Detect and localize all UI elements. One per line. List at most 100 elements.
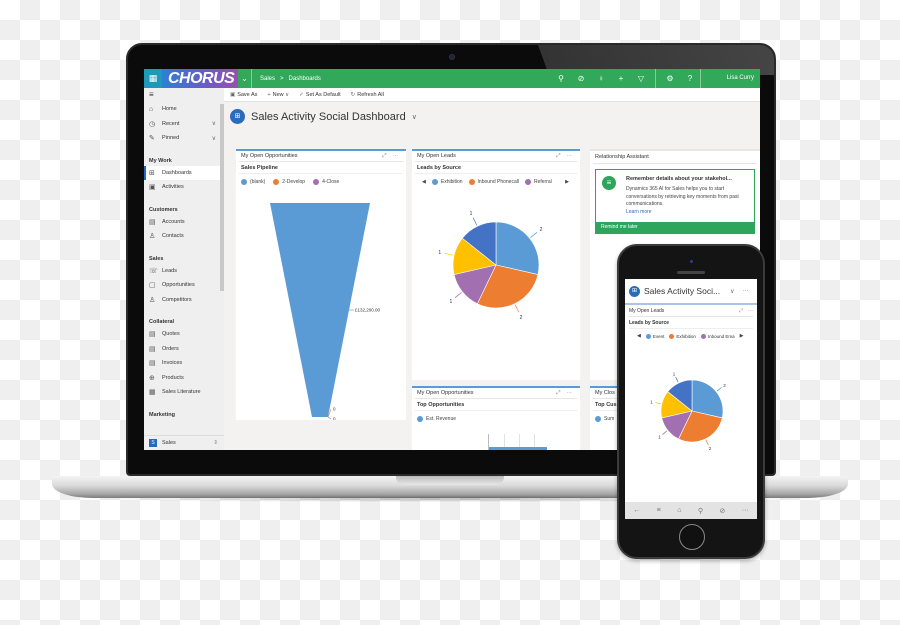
breadcrumb-dashboards[interactable]: Dashboards xyxy=(289,76,321,82)
legend-item[interactable]: Sum xyxy=(595,416,614,422)
bar-est-revenue[interactable] xyxy=(489,447,547,450)
accounts-icon: ▤ xyxy=(149,218,156,226)
phone-home-button[interactable] xyxy=(679,524,705,550)
sidebar-item-label: Home xyxy=(162,106,177,113)
legend-item[interactable]: 2-Develop xyxy=(273,179,305,185)
save-as-button[interactable]: ▣ Save As xyxy=(230,92,257,98)
nav-group-customers: Customers xyxy=(149,206,178,213)
sidebar-item-activities[interactable]: ▣ Activities xyxy=(144,180,224,195)
menu-icon[interactable]: ≡ xyxy=(657,507,661,514)
quotes-icon: ▤ xyxy=(149,331,156,339)
gear-icon[interactable]: ⚙ xyxy=(660,74,680,83)
area-badge: S xyxy=(149,439,157,447)
expand-icon[interactable]: ⤢ xyxy=(556,390,560,397)
sidebar-item-competitors[interactable]: ♙ Competitors xyxy=(144,293,224,308)
new-label: New xyxy=(272,91,284,98)
sidebar-item-contacts[interactable]: ♙ Contacts xyxy=(144,229,224,244)
sidebar: ≡ ⌂ Home ◷ Recent ∨ ✎ Pinned ∨ My Work ⊞ Dashb… xyxy=(144,88,224,450)
legend-item[interactable]: 4-Close xyxy=(313,179,339,185)
webcam xyxy=(449,54,455,60)
filter-icon[interactable]: ▽ xyxy=(631,74,651,83)
sidebar-item-pinned[interactable]: ✎ Pinned ∨ xyxy=(144,131,224,146)
page-title: Sales Activity Social Dashboard xyxy=(251,110,406,123)
funnel-label-develop: 0 xyxy=(333,407,336,412)
invoices-icon: ▤ xyxy=(149,360,156,368)
legend-label: (blank) xyxy=(250,179,266,185)
hamburger-icon[interactable]: ≡ xyxy=(144,88,224,102)
breadcrumb-sales[interactable]: Sales xyxy=(260,76,275,82)
learn-more-link[interactable]: Learn more xyxy=(626,209,652,215)
sidebar-item-products[interactable]: ⊕ Products xyxy=(144,371,224,386)
chevron-down-icon[interactable]: ∨ xyxy=(212,120,216,127)
more-icon[interactable]: ··· xyxy=(393,153,399,160)
legend-swatch xyxy=(241,179,247,185)
plus-icon[interactable]: + xyxy=(611,74,631,83)
home-icon: ⌂ xyxy=(149,105,154,113)
app-launcher-button[interactable]: ▦ xyxy=(144,69,162,88)
user-name[interactable]: Lisa Curry xyxy=(700,69,760,88)
new-button[interactable]: + New ∨ xyxy=(267,92,289,98)
lightbulb-icon[interactable]: ♀ xyxy=(591,74,611,83)
chevron-down-icon[interactable]: ∨ xyxy=(285,92,289,98)
card-open-opportunities: My Open Opportunities ⤢ ··· Sales Pipeline… xyxy=(236,149,406,420)
sidebar-item-opportunities[interactable]: ▢ Opportunities xyxy=(144,278,224,293)
refresh-icon: ↻ xyxy=(350,91,356,98)
chart-legend: Est. Revenue xyxy=(412,411,580,427)
card-title: My Open Opportunities xyxy=(417,390,474,396)
sidebar-item-quotes[interactable]: ▤ Quotes xyxy=(144,327,224,342)
card-open-leads: My Open Leads ⤢ ··· Leads by Source ◀ Exhi… xyxy=(412,149,580,380)
sidebar-item-home[interactable]: ⌂ Home xyxy=(144,102,224,117)
sidebar-item-accounts[interactable]: ▤ Accounts xyxy=(144,215,224,230)
sidebar-item-label: Quotes xyxy=(162,331,180,338)
set-default-button[interactable]: ✓ Set As Default xyxy=(299,92,340,98)
search-icon[interactable]: ⚲ xyxy=(551,74,571,83)
phone-nav-bar: ← ≡ ⌂ ⚲ ⊘ ··· xyxy=(625,502,757,519)
area-switcher[interactable]: S Sales ⇕ xyxy=(144,435,224,450)
legend-label: 2-Develop xyxy=(282,179,306,185)
expand-icon[interactable]: ⤢ xyxy=(382,153,386,160)
dashboard-icon: ⊞ xyxy=(230,109,245,124)
chevron-down-icon[interactable]: ∨ xyxy=(412,113,417,121)
sidebar-item-label: Dashboards xyxy=(162,169,192,176)
command-bar: ▣ Save As + New ∨ ✓ Set As Default ↻ Refresh… xyxy=(224,88,760,102)
sidebar-item-leads[interactable]: ☏ Leads xyxy=(144,264,224,279)
home-icon[interactable]: ⌂ xyxy=(677,507,681,514)
search-icon[interactable]: ⚲ xyxy=(698,507,703,515)
products-icon: ⊕ xyxy=(149,374,155,382)
funnel-leader-line xyxy=(327,416,332,420)
legend-swatch xyxy=(313,179,320,185)
target-icon[interactable]: ⊘ xyxy=(719,507,725,515)
app-switcher-chevron-icon[interactable]: ⌄ xyxy=(238,69,252,88)
chevron-down-icon[interactable]: ∨ xyxy=(212,135,216,142)
more-icon[interactable]: ··· xyxy=(567,390,573,397)
dashboard-selector[interactable]: ⊞ Sales Activity Social Dashboard ∨ xyxy=(230,109,417,124)
remind-later-button[interactable]: Remind me later xyxy=(596,222,754,233)
sidebar-scrollbar[interactable] xyxy=(220,104,224,291)
card-header: My Open Opportunities ⤢ ··· xyxy=(415,388,577,399)
target-icon[interactable]: ⊘ xyxy=(571,74,591,83)
sidebar-item-recent[interactable]: ◷ Recent ∨ xyxy=(144,117,224,132)
chart-title: Top Opportunities xyxy=(415,399,577,411)
sidebar-item-label: Sales Literature xyxy=(162,389,201,396)
sidebar-item-dashboards[interactable]: ⊞ Dashboards xyxy=(144,165,224,180)
area-label: Sales xyxy=(162,440,176,446)
pie-data-label: 2 xyxy=(723,383,726,388)
legend-item[interactable]: Est. Revenue xyxy=(417,416,456,422)
help-icon[interactable]: ? xyxy=(680,74,700,83)
phone-screen: ⊞ Sales Activity Soci... ∨ ··· My Open L… xyxy=(625,279,757,519)
pie-data-label: 1 xyxy=(673,371,676,376)
sidebar-item-label: Recent xyxy=(162,120,180,127)
refresh-all-label: Refresh All xyxy=(357,91,384,98)
sidebar-item-orders[interactable]: ▤ Orders xyxy=(144,342,224,357)
brand-logo[interactable]: CHORUS xyxy=(162,69,238,88)
check-icon: ✓ xyxy=(299,91,304,98)
more-icon[interactable]: ··· xyxy=(742,507,749,514)
sidebar-item-invoices[interactable]: ▤ Invoices xyxy=(144,356,224,371)
legend-item[interactable]: (blank) xyxy=(241,179,265,185)
plus-icon: + xyxy=(267,91,271,98)
sidebar-item-sales-literature[interactable]: ▦ Sales Literature xyxy=(144,385,224,400)
activities-icon: ▣ xyxy=(149,184,156,192)
refresh-all-button[interactable]: ↻ Refresh All xyxy=(351,92,384,98)
sidebar-item-label: Invoices xyxy=(162,360,183,367)
back-icon[interactable]: ← xyxy=(633,507,640,514)
